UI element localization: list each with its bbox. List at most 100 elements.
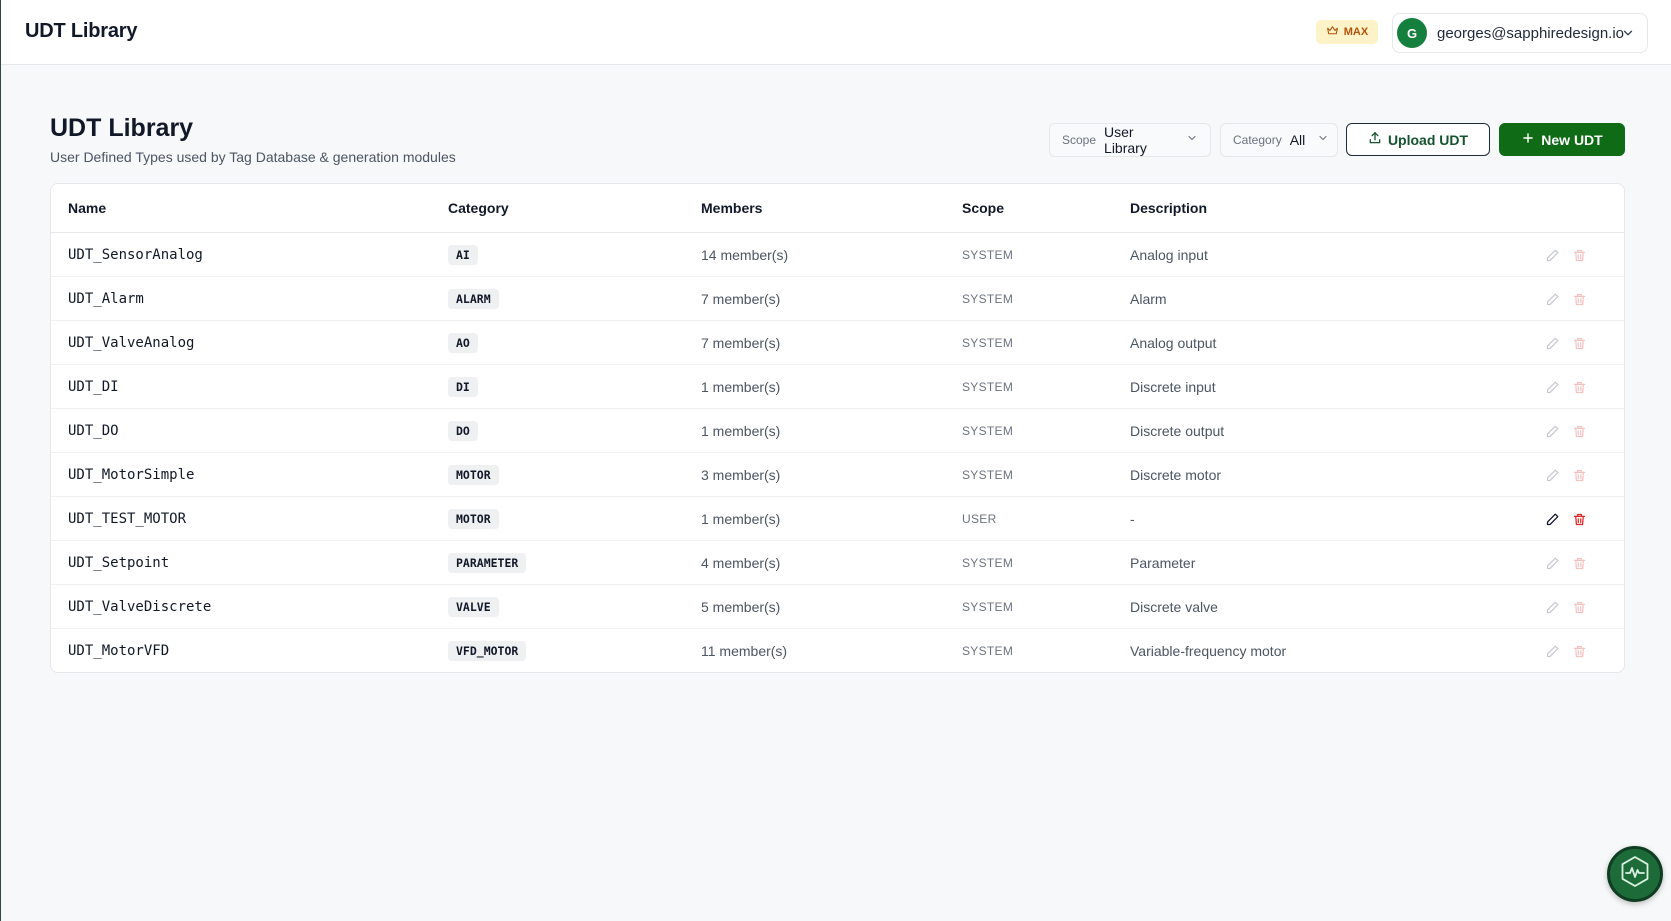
members-count: 11 member(s) [701, 643, 788, 659]
udt-name: UDT_MotorVFD [68, 643, 170, 659]
trash-icon[interactable] [1572, 336, 1587, 351]
pencil-icon[interactable] [1545, 512, 1560, 527]
table-header: Name Category Members Scope Description [51, 184, 1624, 233]
scope-value: SYSTEM [962, 380, 1014, 394]
column-header-name[interactable]: Name [68, 200, 106, 216]
scope-filter-select[interactable]: Scope User Library [1049, 123, 1211, 157]
scope-value: SYSTEM [962, 556, 1014, 570]
plus-icon [1521, 131, 1535, 148]
category-cell: PARAMETER [448, 541, 527, 585]
members-count: 5 member(s) [701, 599, 781, 615]
table-row[interactable]: UDT_MotorVFD VFD_MOTOR 11 member(s) SYSTEM V… [51, 629, 1624, 672]
trash-icon[interactable] [1572, 380, 1587, 395]
page-subtitle: User Defined Types used by Tag Database … [50, 149, 456, 165]
category-cell: MOTOR [448, 453, 499, 497]
category-chip: ALARM [448, 289, 499, 309]
category-cell: DI [448, 365, 478, 409]
trash-icon[interactable] [1572, 424, 1587, 439]
category-chip: MOTOR [448, 465, 499, 485]
trash-icon[interactable] [1572, 512, 1587, 527]
trash-icon[interactable] [1572, 644, 1587, 659]
category-chip: PARAMETER [448, 553, 527, 573]
table-row[interactable]: UDT_ValveAnalog AO 7 member(s) SYSTEM Analog… [51, 321, 1624, 365]
column-header-description[interactable]: Description [1130, 200, 1207, 216]
pencil-icon[interactable] [1545, 380, 1560, 395]
page-title: UDT Library [50, 114, 194, 142]
chevron-down-icon [1621, 26, 1635, 40]
upload-udt-button[interactable]: Upload UDT [1346, 123, 1490, 156]
app-title: UDT Library [25, 20, 138, 42]
category-cell: AO [448, 321, 478, 365]
pencil-icon[interactable] [1545, 336, 1560, 351]
table-row[interactable]: UDT_MotorSimple MOTOR 3 member(s) SYSTEM Dis… [51, 453, 1624, 497]
new-udt-button[interactable]: New UDT [1499, 123, 1625, 156]
category-chip: VFD_MOTOR [448, 641, 527, 661]
scope-filter-label: Scope [1062, 133, 1097, 147]
trash-icon[interactable] [1572, 556, 1587, 571]
top-bar: UDT Library MAX G georges@sapphiredesign… [1, 0, 1671, 65]
description-text: Analog input [1130, 247, 1208, 263]
table-row[interactable]: UDT_Alarm ALARM 7 member(s) SYSTEM Alarm [51, 277, 1624, 321]
pencil-icon[interactable] [1545, 292, 1560, 307]
pencil-icon[interactable] [1545, 644, 1560, 659]
row-actions [1545, 453, 1587, 497]
udt-name: UDT_DO [68, 423, 119, 439]
table-row[interactable]: UDT_TEST_MOTOR MOTOR 1 member(s) USER - [51, 497, 1624, 541]
plan-badge: MAX [1316, 20, 1378, 44]
assistant-launcher-button[interactable] [1607, 846, 1663, 902]
column-header-category[interactable]: Category [448, 200, 509, 216]
chevron-down-icon [1182, 131, 1198, 149]
category-cell: VALVE [448, 585, 499, 629]
row-actions [1545, 409, 1587, 453]
description-text: - [1130, 511, 1135, 527]
table-row[interactable]: UDT_SensorAnalog AI 14 member(s) SYSTEM Anal… [51, 233, 1624, 277]
members-count: 1 member(s) [701, 379, 781, 395]
members-count: 14 member(s) [701, 247, 789, 263]
row-actions [1545, 497, 1587, 541]
category-chip: AO [448, 333, 478, 353]
new-udt-label: New UDT [1541, 131, 1603, 148]
udt-name: UDT_ValveAnalog [68, 335, 195, 351]
table-row[interactable]: UDT_DO DO 1 member(s) SYSTEM Discrete output [51, 409, 1624, 453]
row-actions [1545, 585, 1587, 629]
row-actions [1545, 277, 1587, 321]
user-menu-button[interactable]: G georges@sapphiredesign.io [1392, 13, 1648, 53]
table-row[interactable]: UDT_ValveDiscrete VALVE 5 member(s) SYSTEM D… [51, 585, 1624, 629]
trash-icon[interactable] [1572, 600, 1587, 615]
assistant-logo-icon [1615, 852, 1655, 897]
trash-icon[interactable] [1572, 468, 1587, 483]
trash-icon[interactable] [1572, 292, 1587, 307]
pencil-icon[interactable] [1545, 424, 1560, 439]
scope-value: SYSTEM [962, 248, 1014, 262]
row-actions [1545, 233, 1587, 277]
pencil-icon[interactable] [1545, 248, 1560, 263]
category-filter-label: Category [1233, 133, 1282, 147]
category-filter-select[interactable]: Category All [1220, 123, 1338, 157]
members-count: 1 member(s) [701, 423, 781, 439]
category-cell: VFD_MOTOR [448, 629, 527, 672]
column-header-members[interactable]: Members [701, 200, 762, 216]
description-text: Discrete output [1130, 423, 1225, 439]
members-count: 7 member(s) [701, 335, 781, 351]
udt-name: UDT_Alarm [68, 291, 144, 307]
table-row[interactable]: UDT_Setpoint PARAMETER 4 member(s) SYSTEM Pa… [51, 541, 1624, 585]
udt-name: UDT_ValveDiscrete [68, 599, 212, 615]
description-text: Parameter [1130, 555, 1196, 571]
members-count: 7 member(s) [701, 291, 781, 307]
category-cell: AI [448, 233, 478, 277]
row-actions [1545, 541, 1587, 585]
category-cell: MOTOR [448, 497, 499, 541]
table-row[interactable]: UDT_DI DI 1 member(s) SYSTEM Discrete input [51, 365, 1624, 409]
pencil-icon[interactable] [1545, 556, 1560, 571]
row-actions [1545, 365, 1587, 409]
scope-value: SYSTEM [962, 336, 1014, 350]
row-actions [1545, 629, 1587, 672]
trash-icon[interactable] [1572, 248, 1587, 263]
description-text: Analog output [1130, 335, 1217, 351]
pencil-icon[interactable] [1545, 468, 1560, 483]
description-text: Discrete valve [1130, 599, 1218, 615]
members-count: 1 member(s) [701, 511, 781, 527]
pencil-icon[interactable] [1545, 600, 1560, 615]
crown-icon [1326, 24, 1339, 40]
column-header-scope[interactable]: Scope [962, 200, 1004, 216]
